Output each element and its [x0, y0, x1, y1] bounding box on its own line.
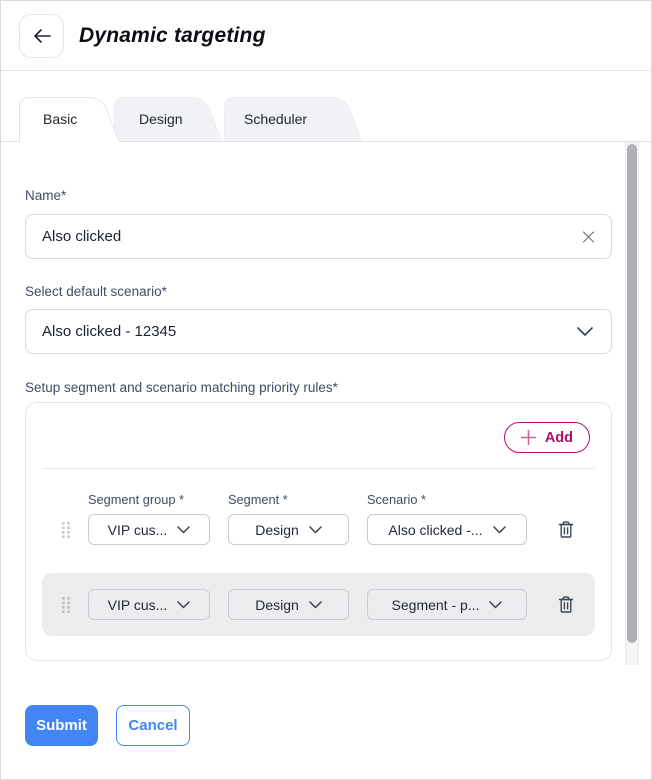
drag-handle-icon[interactable] [59, 522, 72, 538]
header: Dynamic targeting [1, 1, 651, 71]
segment-group-select[interactable]: VIP cus... [88, 514, 210, 545]
trash-icon [557, 595, 575, 615]
tab-bar: Basic Design Scheduler [1, 71, 651, 141]
tab-scheduler-label: Scheduler [244, 111, 307, 127]
back-button[interactable] [19, 14, 64, 58]
segment-group-value: VIP cus... [108, 522, 168, 538]
add-rule-label: Add [545, 430, 573, 446]
header-spacer [42, 492, 88, 507]
scenario-select[interactable]: Segment - p... [367, 589, 527, 620]
chevron-down-icon [493, 526, 506, 534]
clear-icon[interactable] [582, 230, 595, 243]
delete-rule-button[interactable] [557, 595, 575, 615]
tab-basic[interactable]: Basic [19, 97, 119, 141]
footer: Submit Cancel [1, 664, 651, 746]
rule-row: VIP cus... Design Also clicked -... [42, 507, 595, 545]
rules-toolbar: Add [26, 422, 611, 453]
rules-panel: Add Segment group * Segment * Scenario *… [25, 402, 612, 661]
back-arrow-icon [33, 29, 51, 43]
dynamic-targeting-window: Dynamic targeting Basic Design Scheduler… [0, 0, 652, 780]
column-header-scenario: Scenario * [367, 492, 527, 507]
segment-group-select[interactable]: VIP cus... [88, 589, 210, 620]
scroll-content: Name* Also clicked Select default scenar… [1, 141, 651, 664]
rule-row-dragging: VIP cus... Design Segment - p... [42, 573, 595, 636]
segment-group-value: VIP cus... [108, 597, 168, 613]
scenario-select[interactable]: Also clicked -... [367, 514, 527, 545]
name-input[interactable]: Also clicked [25, 214, 612, 259]
default-scenario-value: Also clicked - 12345 [42, 323, 176, 340]
name-label: Name* [25, 188, 612, 203]
segment-select[interactable]: Design [228, 589, 349, 620]
scrollbar[interactable] [625, 142, 639, 665]
column-header-segment-group: Segment group * [88, 492, 228, 507]
column-header-segment: Segment * [228, 492, 367, 507]
chevron-down-icon [577, 327, 593, 336]
page-title: Dynamic targeting [79, 24, 266, 48]
segment-select[interactable]: Design [228, 514, 349, 545]
chevron-down-icon [177, 601, 190, 609]
chevron-down-icon [177, 526, 190, 534]
add-rule-button[interactable]: Add [504, 422, 590, 453]
cancel-button[interactable]: Cancel [116, 705, 190, 746]
default-scenario-label: Select default scenario* [25, 284, 612, 299]
default-scenario-select[interactable]: Also clicked - 12345 [25, 309, 612, 354]
tab-design-label: Design [139, 111, 183, 127]
chevron-down-icon [309, 526, 322, 534]
segment-value: Design [255, 597, 299, 613]
chevron-down-icon [309, 601, 322, 609]
plus-icon [521, 430, 536, 445]
tab-basic-label: Basic [43, 111, 77, 127]
tab-design[interactable]: Design [114, 97, 222, 141]
delete-rule-button[interactable] [557, 520, 575, 540]
segment-value: Design [255, 522, 299, 538]
rule-column-headers: Segment group * Segment * Scenario * [26, 469, 611, 507]
name-input-value: Also clicked [42, 228, 121, 245]
rules-label: Setup segment and scenario matching prio… [25, 380, 612, 395]
scrollbar-thumb[interactable] [627, 144, 637, 643]
tab-scheduler[interactable]: Scheduler [224, 97, 362, 141]
submit-button[interactable]: Submit [25, 705, 98, 746]
drag-handle-icon[interactable] [59, 597, 72, 613]
scenario-value: Segment - p... [392, 597, 480, 613]
trash-icon [557, 520, 575, 540]
scenario-value: Also clicked -... [388, 522, 482, 538]
chevron-down-icon [489, 601, 502, 609]
